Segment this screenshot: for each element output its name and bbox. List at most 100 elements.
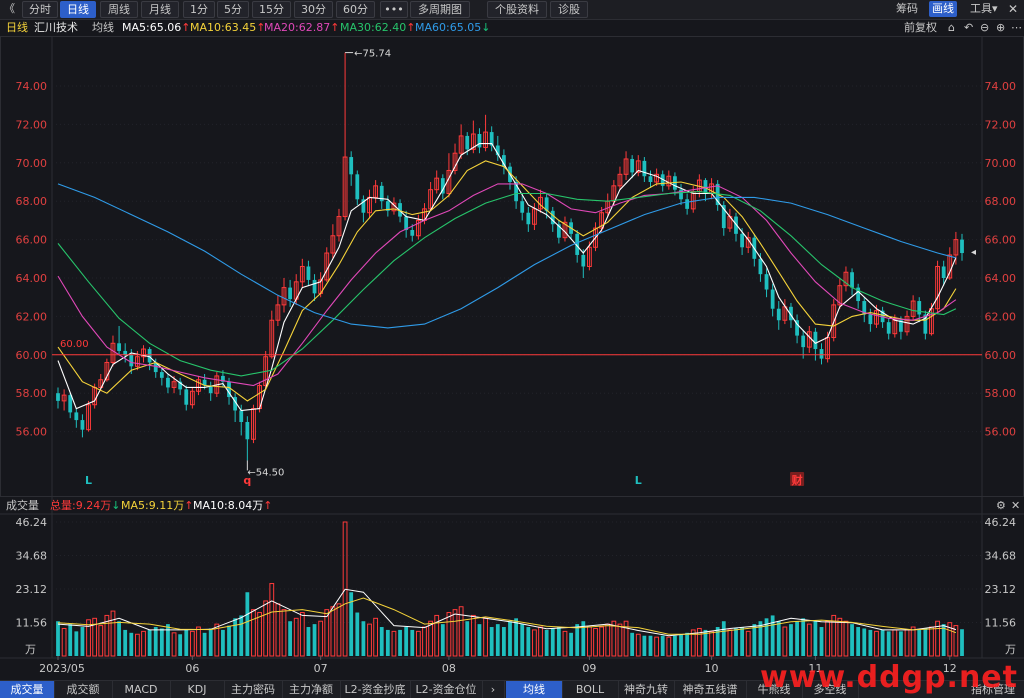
price-tick-label: 62.00 <box>16 310 48 323</box>
tab-volume[interactable]: 成交量 <box>0 681 55 698</box>
volume-bar-down <box>648 635 653 656</box>
current-price-marker: ◂ <box>971 247 976 258</box>
volume-bar-down <box>489 627 494 656</box>
volume-bar-up <box>189 630 195 657</box>
high-label: ←75.74 <box>354 49 391 60</box>
volume-ma10-value: MA10:8.04万 <box>193 499 264 512</box>
candle-body-down <box>801 335 806 348</box>
volume-bar-down <box>227 625 231 656</box>
tab-l2-position[interactable]: L2-资金仓位 <box>410 681 483 698</box>
kline-chart[interactable]: 74.0072.0070.0068.0066.0064.0062.0060.00… <box>0 0 1024 680</box>
candle-body-down <box>960 239 964 254</box>
watermark: www.ddgp.net <box>760 660 1018 695</box>
volume-bar-down <box>544 629 549 656</box>
volume-tick-label: 46.24 <box>16 516 48 529</box>
tab-l2-bottom[interactable]: L2-资金抄底 <box>340 681 411 698</box>
volume-bar-down <box>147 629 152 656</box>
volume-bar-up <box>483 617 488 657</box>
candle-body-down <box>117 343 121 351</box>
volume-bar-down <box>208 628 213 656</box>
price-tick-label: 66.00 <box>16 234 48 247</box>
volume-bar-down <box>550 628 555 656</box>
volume-bar-up <box>635 633 641 657</box>
volume-bar-up <box>837 617 843 657</box>
tab-kdj[interactable]: KDJ <box>170 681 225 698</box>
x-tick-label: 07 <box>314 662 328 675</box>
volume-bar-down <box>850 624 854 656</box>
x-tick-label: 06 <box>185 662 199 675</box>
volume-tick-label: 11.56 <box>16 617 48 630</box>
tab-turnover[interactable]: 成交额 <box>54 681 113 698</box>
x-tick-label: 08 <box>442 662 456 675</box>
volume-bar-down <box>556 627 561 656</box>
volume-bar-up <box>892 629 898 657</box>
volume-bar-down <box>306 627 311 656</box>
total-volume-value: 总量:9.24万 <box>50 499 112 512</box>
price-panel-frame <box>0 36 1024 497</box>
tab-main-force-code[interactable]: 主力密码 <box>224 681 283 698</box>
volume-tick-label: 23.12 <box>16 583 48 596</box>
price-tick-label: 58.00 <box>985 387 1017 400</box>
volume-bar-down <box>178 634 183 656</box>
candle-body-down <box>630 158 635 173</box>
tab-boll[interactable]: BOLL <box>562 681 619 698</box>
tab-magic-five[interactable]: 神奇五线谱 <box>674 681 747 698</box>
candle-body-down <box>819 349 824 359</box>
volume-bar-up <box>599 626 605 657</box>
volume-bar-down <box>526 627 531 656</box>
chart-grid <box>0 36 1024 659</box>
volume-ma5-value: MA5:9.11万 <box>121 499 185 512</box>
volume-bar-up <box>709 630 714 657</box>
volume-bar-down <box>770 615 775 656</box>
volume-bar-up <box>135 633 140 657</box>
volume-bar-up <box>538 626 543 657</box>
event-marker: 财 <box>791 473 803 487</box>
volume-bar-down <box>202 632 207 656</box>
tab-magic-nine[interactable]: 神奇九转 <box>618 681 675 698</box>
volume-bar-up <box>415 630 421 657</box>
price-tick-label: 72.00 <box>985 118 1017 131</box>
tab-ma[interactable]: 均线 <box>506 681 563 698</box>
candle-body-down <box>703 180 708 194</box>
volume-bar-up <box>727 629 733 657</box>
candle-body-down <box>349 157 354 175</box>
price-tick-label: 64.00 <box>985 272 1017 285</box>
volume-bar-down <box>642 635 647 656</box>
volume-bar-down <box>685 632 690 656</box>
volume-bar-down <box>288 621 293 656</box>
price-tick-label: 56.00 <box>16 426 48 439</box>
price-tick-label: 72.00 <box>16 118 48 131</box>
volume-bar-down <box>80 627 85 656</box>
price-tick-label: 66.00 <box>985 234 1017 247</box>
volume-bar-down <box>819 627 824 656</box>
volume-bar-up <box>470 614 476 657</box>
settings-icon[interactable]: ⚙ <box>996 498 1006 514</box>
volume-bar-down <box>813 621 818 656</box>
volume-bar-down <box>776 621 781 656</box>
volume-legend: 成交量 总量:9.24万↓ MA5:9.11万↑ MA10:8.04万↑ ⚙ ✕ <box>0 498 1024 514</box>
volume-bar-up <box>110 610 116 657</box>
volume-tick-label: 34.68 <box>985 550 1017 563</box>
volume-bar-down <box>923 628 928 656</box>
close-icon[interactable]: ✕ <box>1011 498 1020 514</box>
volume-bar-down <box>740 627 745 656</box>
candle-body-down <box>306 266 311 280</box>
volume-bar-up <box>86 619 91 657</box>
volume-bar-down <box>385 629 390 656</box>
candle-body-down <box>465 135 470 150</box>
volume-unit-label: 万 <box>25 643 36 656</box>
tab-macd[interactable]: MACD <box>112 681 171 698</box>
tab-main-force-net[interactable]: 主力净额 <box>282 681 341 698</box>
chevron-right-icon[interactable]: › <box>482 681 505 698</box>
candle-body-down <box>239 410 244 422</box>
annotations: 60.00 ←75.74 ←54.50 L q L 财 ◂ <box>52 49 982 487</box>
volume-bar-up <box>910 626 916 657</box>
volume-bar-up <box>825 620 831 657</box>
volume-bar-up <box>293 617 299 657</box>
candle-body-down <box>68 395 73 413</box>
volume-bar-up <box>587 626 592 657</box>
event-marker: q <box>243 474 251 487</box>
candle-body-down <box>813 331 818 350</box>
volume-bar-up <box>458 606 464 657</box>
volume-bar-up <box>617 623 623 657</box>
